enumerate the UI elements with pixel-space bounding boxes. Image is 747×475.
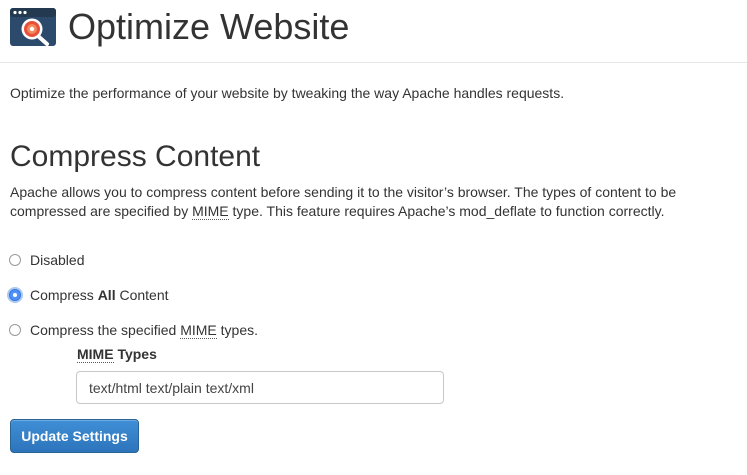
compress-specified-prefix: Compress the specified xyxy=(30,322,181,338)
optimize-website-icon xyxy=(10,8,56,46)
mime-types-label-suffix: Types xyxy=(113,346,157,362)
compress-all-prefix: Compress xyxy=(30,287,98,303)
page-description: Optimize the performance of your website… xyxy=(10,85,565,101)
optimize-website-page: Optimize Website Optimize the performanc… xyxy=(0,0,747,475)
radio-compress-specified-label: Compress the specified MIME types. xyxy=(30,322,258,339)
compress-all-bold: All xyxy=(97,287,116,303)
compress-specified-mime-abbr: MIME xyxy=(180,322,217,339)
page-header: Optimize Website xyxy=(0,0,747,63)
page-title: Optimize Website xyxy=(68,6,350,47)
compress-all-suffix: Content xyxy=(115,287,169,303)
compress-specified-suffix: types. xyxy=(216,322,258,338)
mime-types-label-abbr: MIME xyxy=(77,346,114,363)
radio-option-compress-specified[interactable]: Compress the specified MIME types. xyxy=(9,319,258,341)
radio-compress-all[interactable] xyxy=(9,289,21,301)
radio-disabled[interactable] xyxy=(9,254,21,266)
mime-abbreviation: MIME xyxy=(192,203,229,220)
compress-content-description: Apache allows you to compress content be… xyxy=(10,183,737,221)
radio-option-compress-all[interactable]: Compress All Content xyxy=(9,284,169,306)
radio-compress-specified[interactable] xyxy=(9,324,21,336)
compress-text-part2: type. This feature requires Apache’s mod… xyxy=(228,203,665,219)
update-settings-button[interactable]: Update Settings xyxy=(10,419,139,453)
compress-content-heading: Compress Content xyxy=(10,140,261,173)
mime-types-label: MIME Types xyxy=(77,346,157,363)
radio-disabled-label: Disabled xyxy=(30,252,85,268)
radio-option-disabled[interactable]: Disabled xyxy=(9,249,84,271)
mime-types-input[interactable] xyxy=(76,371,444,404)
radio-compress-all-label: Compress All Content xyxy=(30,287,169,303)
